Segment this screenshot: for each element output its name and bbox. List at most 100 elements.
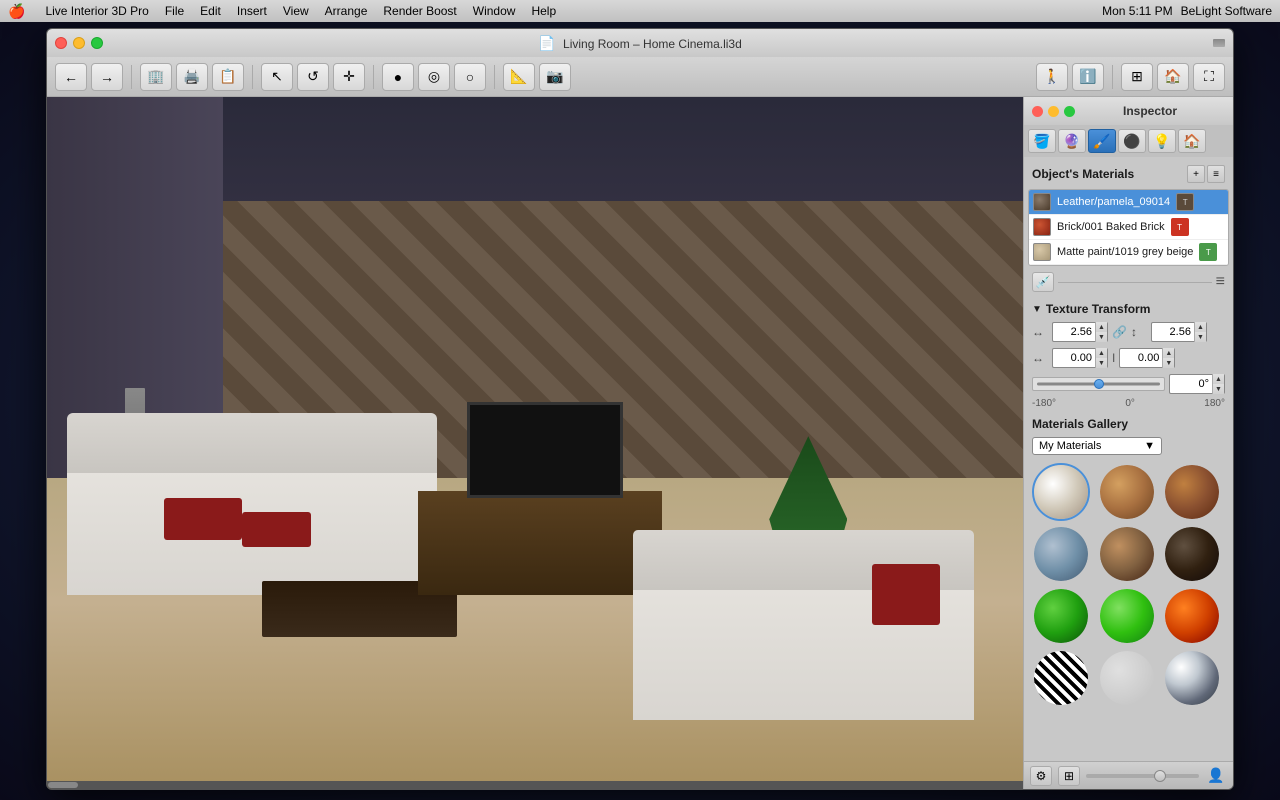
fullscreen-icon: ⛶: [1204, 68, 1214, 85]
rotation-up-button[interactable]: ▲: [1213, 374, 1224, 384]
nav-back-icon: ←: [64, 69, 78, 85]
select-tool[interactable]: ↖: [261, 63, 293, 91]
offset-y-up-button[interactable]: ▲: [1163, 348, 1174, 358]
rotation-stepper: ▲ ▼: [1212, 374, 1224, 394]
offset-x-down-button[interactable]: ▼: [1096, 358, 1107, 368]
rotation-thumb[interactable]: [1094, 379, 1104, 389]
info-button[interactable]: ℹ️: [1072, 63, 1104, 91]
width-input[interactable]: [1053, 323, 1095, 341]
offset-x-input[interactable]: [1053, 349, 1095, 367]
texture-transform-header[interactable]: ▼ Texture Transform: [1028, 298, 1229, 320]
orbit-tool[interactable]: ↺: [297, 63, 329, 91]
tab-light[interactable]: 💡: [1148, 129, 1176, 153]
menu-file[interactable]: File: [165, 4, 184, 18]
gallery-item-bright-green[interactable]: [1032, 587, 1090, 645]
rotation-input[interactable]: [1170, 375, 1212, 393]
gallery-zoom-thumb[interactable]: [1154, 770, 1166, 782]
material-name-0: Leather/pamela_09014: [1057, 196, 1170, 208]
gallery-item-zebra[interactable]: [1032, 649, 1090, 707]
material-item-1[interactable]: Brick/001 Baked Brick T: [1029, 215, 1228, 240]
menu-edit[interactable]: Edit: [200, 4, 221, 18]
screenshot-tool[interactable]: 📷: [539, 63, 571, 91]
gallery-item-light-wood[interactable]: [1098, 463, 1156, 521]
gallery-item-blue-stone[interactable]: [1032, 525, 1090, 583]
rotation-down-button[interactable]: ▼: [1213, 384, 1224, 394]
tab-object[interactable]: 🔮: [1058, 129, 1086, 153]
nav-forward-button[interactable]: →: [91, 63, 123, 91]
light-tool[interactable]: ○: [454, 63, 486, 91]
eyedropper-button[interactable]: 💉: [1032, 272, 1054, 292]
gallery-settings-button[interactable]: ⚙: [1030, 766, 1052, 786]
pillow-2: [242, 512, 310, 547]
inspector-panel: Inspector 🪣 🔮 🖌️ ⚫ 💡 🏠 Object's Material…: [1023, 97, 1233, 789]
3d-walk-button[interactable]: 🚶: [1036, 63, 1068, 91]
menu-arrange[interactable]: Arrange: [325, 4, 368, 18]
height-down-button[interactable]: ▼: [1195, 332, 1206, 342]
render-button[interactable]: 🖨️: [176, 63, 208, 91]
nav-back-button[interactable]: ←: [55, 63, 87, 91]
materials-add-btn[interactable]: +: [1187, 165, 1205, 183]
maximize-button[interactable]: [91, 37, 103, 49]
floor-plan-button[interactable]: 🏢: [140, 63, 172, 91]
materials-options-btn[interactable]: ≡: [1207, 165, 1225, 183]
gallery-item-brown-leather[interactable]: [1098, 525, 1156, 583]
apple-menu[interactable]: 🍎: [8, 3, 25, 20]
camera-tool[interactable]: ◎: [418, 63, 450, 91]
walk-icon: 🚶: [1043, 68, 1060, 85]
gallery-item-chrome[interactable]: [1163, 649, 1221, 707]
gallery-person-button[interactable]: 👤: [1205, 766, 1227, 786]
window-resize-handle[interactable]: [1213, 39, 1225, 47]
menu-help[interactable]: Help: [531, 4, 556, 18]
material-item-2[interactable]: Matte paint/1019 grey beige T: [1029, 240, 1228, 265]
gallery-item-dark-material[interactable]: [1163, 525, 1221, 583]
inspector-minimize[interactable]: [1048, 106, 1059, 117]
gallery-item-fire[interactable]: [1163, 587, 1221, 645]
height-input[interactable]: [1152, 323, 1194, 341]
traffic-lights: [55, 37, 103, 49]
width-down-button[interactable]: ▼: [1096, 332, 1107, 342]
gallery-zoom-slider[interactable]: [1086, 774, 1199, 778]
gallery-title: Materials Gallery: [1032, 417, 1128, 431]
rotation-slider[interactable]: [1032, 377, 1165, 391]
viewport-scrollbar-thumb[interactable]: [48, 782, 78, 788]
menu-view[interactable]: View: [283, 4, 309, 18]
inspector-maximize[interactable]: [1064, 106, 1075, 117]
gallery-item-white-plaster[interactable]: [1032, 463, 1090, 521]
menu-window[interactable]: Window: [473, 4, 516, 18]
tab-materials[interactable]: 🪣: [1028, 129, 1056, 153]
measure-tool[interactable]: 📐: [503, 63, 535, 91]
material-ball-stone: [1034, 527, 1088, 581]
object-tool[interactable]: ●: [382, 63, 414, 91]
viewport[interactable]: [47, 97, 1023, 789]
link-icon[interactable]: 🔗: [1112, 325, 1127, 339]
tab-texture[interactable]: 🖌️: [1088, 129, 1116, 153]
gallery-item-spots[interactable]: [1098, 649, 1156, 707]
more-options-button[interactable]: ≡: [1216, 273, 1225, 291]
material-name-1: Brick/001 Baked Brick: [1057, 221, 1165, 233]
view-2d-button[interactable]: ⊞: [1121, 63, 1153, 91]
tab-room[interactable]: 🏠: [1178, 129, 1206, 153]
offset-y-input[interactable]: [1120, 349, 1162, 367]
offset-x-up-button[interactable]: ▲: [1096, 348, 1107, 358]
tab-light-material[interactable]: ⚫: [1118, 129, 1146, 153]
offset-y-down-button[interactable]: ▼: [1163, 358, 1174, 368]
fullscreen-button[interactable]: ⛶: [1193, 63, 1225, 91]
inspector-close[interactable]: [1032, 106, 1043, 117]
material-item-0[interactable]: Leather/pamela_09014 T: [1029, 190, 1228, 215]
gallery-layout-button[interactable]: ⊞: [1058, 766, 1080, 786]
close-button[interactable]: [55, 37, 67, 49]
minimize-button[interactable]: [73, 37, 85, 49]
menu-appname[interactable]: Live Interior 3D Pro: [45, 4, 148, 18]
height-up-button[interactable]: ▲: [1195, 322, 1206, 332]
gallery-dropdown[interactable]: My Materials ▼: [1032, 437, 1162, 455]
window-titlebar: 📄 Living Room – Home Cinema.li3d: [47, 29, 1233, 57]
move-tool[interactable]: ✛: [333, 63, 365, 91]
gallery-item-medium-green[interactable]: [1098, 587, 1156, 645]
gallery-item-dark-brick[interactable]: [1163, 463, 1221, 521]
menu-insert[interactable]: Insert: [237, 4, 267, 18]
view-button[interactable]: 📋: [212, 63, 244, 91]
viewport-scrollbar[interactable]: [47, 781, 1023, 789]
menu-renderboost[interactable]: Render Boost: [383, 4, 456, 18]
width-up-button[interactable]: ▲: [1096, 322, 1107, 332]
view-3d-button[interactable]: 🏠: [1157, 63, 1189, 91]
